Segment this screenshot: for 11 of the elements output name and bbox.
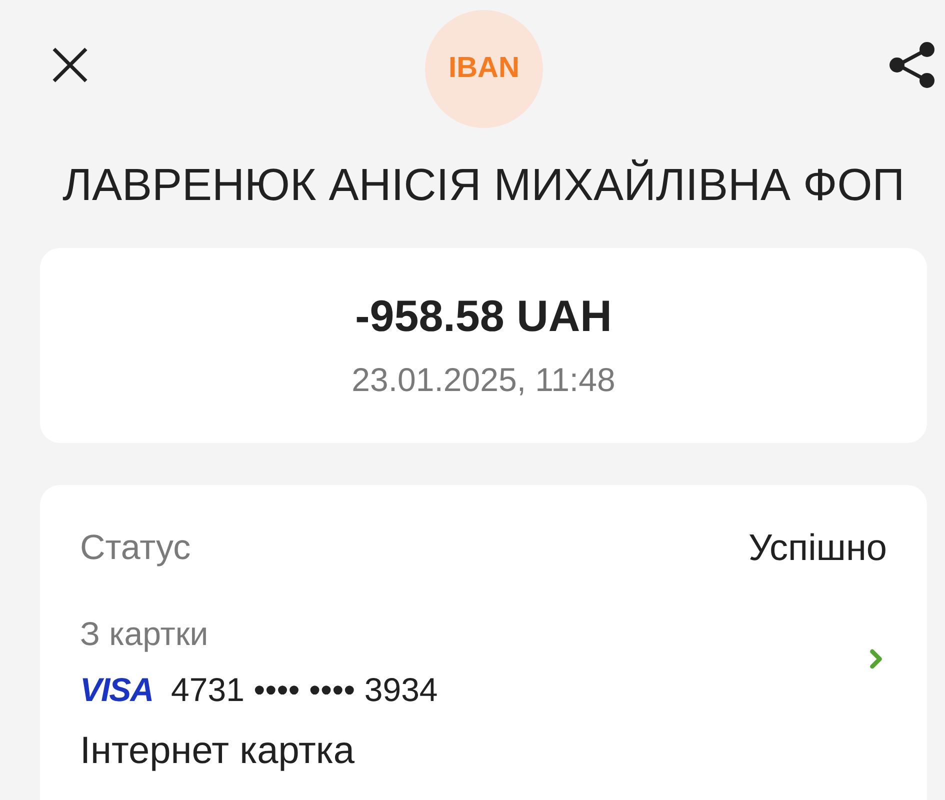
close-icon[interactable] [52,47,88,83]
amount: -958.58 UAH [355,295,612,339]
card-number: 4731 •••• •••• 3934 [171,672,438,706]
detail-label: З картки [80,614,210,654]
detail-value: Успішно [748,528,887,566]
transaction-date: 23.01.2025, 11:48 [352,363,616,396]
share-icon[interactable] [889,42,935,88]
detail-label: Статус [80,530,191,564]
card-name: Інтернет картка [80,729,356,773]
card-brand-logo: VISA [80,672,154,706]
iban-badge: IBAN [425,10,543,128]
